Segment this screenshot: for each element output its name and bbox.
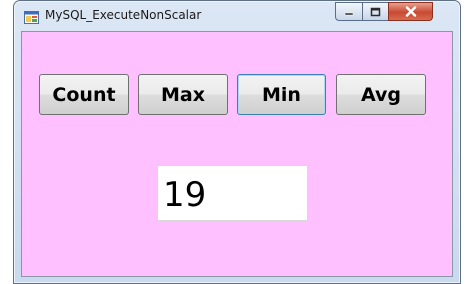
maximize-button[interactable] (362, 2, 388, 21)
form-client-area: Count Max Min Avg (21, 31, 453, 277)
minimize-icon (344, 12, 354, 15)
maximize-icon (370, 7, 381, 16)
min-button[interactable]: Min (237, 74, 326, 115)
app-icon (24, 9, 39, 24)
window-title: MySQL_ExecuteNonScalar (45, 8, 202, 22)
minimize-button[interactable] (335, 2, 362, 21)
close-button[interactable] (388, 2, 433, 21)
max-button[interactable]: Max (138, 74, 228, 115)
result-textbox[interactable] (157, 165, 308, 221)
close-icon (405, 6, 416, 17)
avg-button[interactable]: Avg (336, 74, 426, 115)
title-bar[interactable]: MySQL_ExecuteNonScalar (14, 1, 460, 32)
count-button[interactable]: Count (39, 74, 129, 115)
app-window: MySQL_ExecuteNonScalar Count Max Min Avg (13, 0, 461, 284)
